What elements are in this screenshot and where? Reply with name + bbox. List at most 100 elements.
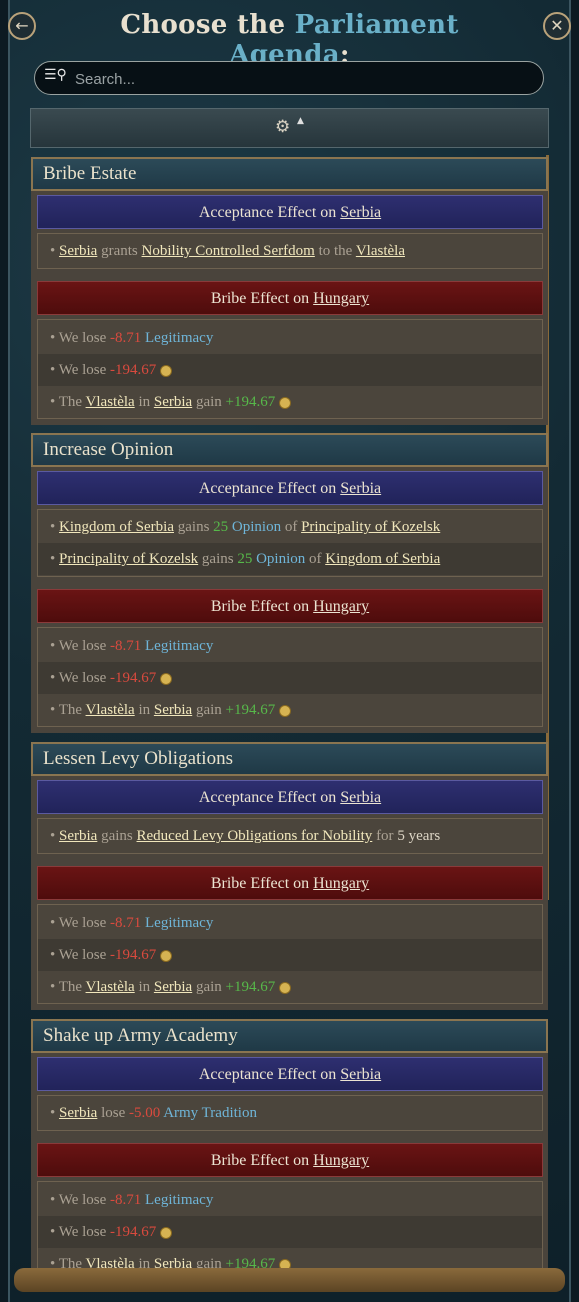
bribe-header: Bribe Effect on Hungary	[37, 589, 543, 623]
legitimacy-label: Legitimacy	[145, 915, 214, 931]
acceptance-rows: • Kingdom of Serbia gains 25 Opinion of …	[37, 509, 543, 577]
country-link[interactable]: Kingdom of Serbia	[325, 551, 440, 567]
effect-row: • The Vlastèla in Serbia gain +194.67	[38, 971, 542, 1003]
gold-icon	[160, 672, 173, 685]
text: The	[58, 394, 86, 410]
effect-row: • Serbia lose -5.00 Army Tradition	[50, 1105, 257, 1121]
gold-icon	[279, 704, 292, 717]
search-icon: ☰⚲	[44, 67, 67, 83]
acceptance-rows: • Serbia grants Nobility Controlled Serf…	[37, 233, 543, 269]
search-input[interactable]	[73, 67, 527, 91]
gold-icon	[279, 396, 292, 409]
accept-target-link[interactable]: Serbia	[340, 204, 381, 221]
agenda-body: Acceptance Effect on Serbia • Serbia los…	[31, 1053, 548, 1283]
text: The	[58, 702, 86, 718]
bribe-target-link[interactable]: Hungary	[313, 290, 369, 307]
value: -194.67	[110, 670, 157, 686]
text: in	[134, 702, 154, 718]
verb: gains	[198, 551, 238, 567]
accept-target-link[interactable]: Serbia	[340, 789, 381, 806]
estate-link[interactable]: Vlastèla	[356, 243, 405, 259]
country-link[interactable]: Serbia	[154, 394, 192, 410]
search-bar[interactable]: ☰⚲	[34, 61, 544, 95]
agenda-body: Acceptance Effect on Serbia • Serbia gra…	[31, 191, 548, 425]
close-button[interactable]: ✕	[543, 12, 571, 40]
country-link[interactable]: Serbia	[59, 243, 97, 259]
text: We lose	[58, 1224, 111, 1240]
bribe-target-link[interactable]: Hungary	[313, 1152, 369, 1169]
title-prefix: Choose the	[120, 10, 295, 40]
agenda-title-text: Bribe Estate	[43, 163, 137, 184]
value: +194.67	[225, 394, 276, 410]
acceptance-header: Acceptance Effect on Serbia	[37, 195, 543, 229]
gold-icon	[160, 1226, 173, 1239]
value: 25	[213, 519, 229, 535]
bribe-header: Bribe Effect on Hungary	[37, 281, 543, 315]
text: gain	[192, 702, 226, 718]
estate-link[interactable]: Vlastèla	[86, 979, 135, 995]
bribe-target-link[interactable]: Hungary	[313, 875, 369, 892]
agenda-title[interactable]: Lessen Levy Obligations	[31, 742, 548, 776]
accept-label: Acceptance Effect on	[198, 789, 341, 806]
agenda-title[interactable]: Increase Opinion	[31, 433, 548, 467]
gold-icon	[160, 949, 173, 962]
effect-row: • We lose -8.71 Legitimacy	[50, 915, 214, 931]
country-link[interactable]: Serbia	[154, 979, 192, 995]
agenda-title[interactable]: Bribe Estate	[31, 157, 548, 191]
country-link[interactable]: Principality of Kozelsk	[301, 519, 440, 535]
value: -8.71	[110, 638, 142, 654]
accept-target-link[interactable]: Serbia	[340, 1066, 381, 1083]
estate-link[interactable]: Vlastèla	[86, 702, 135, 718]
effect-row: • We lose -194.67	[38, 662, 542, 694]
value: -194.67	[110, 362, 157, 378]
accept-target-link[interactable]: Serbia	[340, 480, 381, 497]
value: -194.67	[110, 1224, 157, 1240]
agenda-title-text: Lessen Levy Obligations	[43, 748, 233, 769]
estate-link[interactable]: Vlastèla	[86, 394, 135, 410]
army-tradition-label: Army Tradition	[160, 1105, 257, 1121]
text: gain	[192, 979, 226, 995]
country-link[interactable]: Serbia	[59, 828, 97, 844]
accept-label: Acceptance Effect on	[198, 204, 341, 221]
value: -5.00	[129, 1105, 161, 1121]
text: We lose	[58, 1192, 111, 1208]
connector: of	[305, 551, 326, 567]
agenda-card[interactable]: Lessen Levy Obligations Acceptance Effec…	[31, 742, 548, 1010]
agenda-body: Acceptance Effect on Serbia • Serbia gai…	[31, 776, 548, 1010]
text: in	[134, 979, 154, 995]
opinion-label: Opinion	[252, 551, 306, 567]
text: in	[134, 394, 154, 410]
privilege-link[interactable]: Reduced Levy Obligations for Nobility	[137, 828, 373, 844]
sort-bar[interactable]: ⚙ ▲	[30, 108, 549, 148]
country-link[interactable]: Principality of Kozelsk	[59, 551, 198, 567]
country-link[interactable]: Serbia	[59, 1105, 97, 1121]
legitimacy-label: Legitimacy	[145, 330, 214, 346]
title-bar: ← Choose the Parliament Agenda: ✕	[0, 0, 579, 70]
agenda-card[interactable]: Increase Opinion Acceptance Effect on Se…	[31, 433, 548, 733]
bribe-target-link[interactable]: Hungary	[313, 598, 369, 615]
duration: 5 years	[397, 828, 441, 844]
gold-icon	[160, 364, 173, 377]
agenda-card[interactable]: Bribe Estate Acceptance Effect on Serbia…	[31, 157, 548, 425]
connector: for	[372, 828, 398, 844]
effect-row: • We lose -8.71 Legitimacy	[50, 638, 214, 654]
value: +194.67	[225, 979, 276, 995]
verb: grants	[97, 243, 142, 259]
sort-arrow-icon: ▲	[297, 116, 304, 126]
text: We lose	[58, 947, 111, 963]
effect-row: • Serbia gains Reduced Levy Obligations …	[50, 828, 441, 844]
back-button[interactable]: ←	[8, 12, 36, 40]
text: We lose	[58, 670, 111, 686]
acceptance-rows: • Serbia lose -5.00 Army Tradition	[37, 1095, 543, 1131]
agenda-card[interactable]: Shake up Army Academy Acceptance Effect …	[31, 1019, 548, 1283]
effect-row: • We lose -8.71 Legitimacy	[50, 330, 214, 346]
country-link[interactable]: Kingdom of Serbia	[59, 519, 174, 535]
text: gain	[192, 394, 226, 410]
agenda-title[interactable]: Shake up Army Academy	[31, 1019, 548, 1053]
bribe-rows: • We lose -8.71 Legitimacy • We lose -19…	[37, 319, 543, 419]
connector: of	[281, 519, 302, 535]
connector: to the	[314, 243, 356, 259]
privilege-link[interactable]: Nobility Controlled Serfdom	[142, 243, 315, 259]
text: The	[58, 979, 86, 995]
country-link[interactable]: Serbia	[154, 702, 192, 718]
